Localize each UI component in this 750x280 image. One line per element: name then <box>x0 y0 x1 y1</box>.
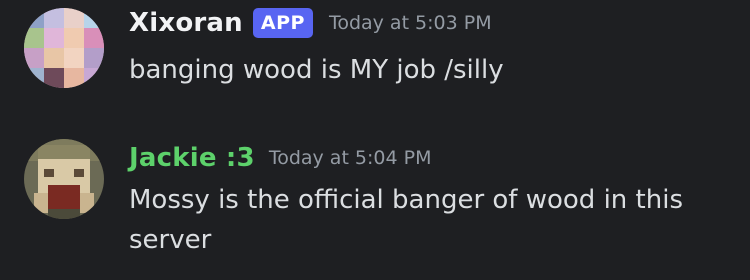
message-header: Xixoran APP Today at 5:03 PM <box>129 4 492 42</box>
timestamp[interactable]: Today at 5:03 PM <box>329 12 492 34</box>
message-content: Mossy is the official banger of wood in … <box>129 185 683 255</box>
message-item: Jackie :3 Today at 5:04 PM Mossy is the … <box>0 125 750 280</box>
avatar-image <box>24 139 104 219</box>
timestamp[interactable]: Today at 5:04 PM <box>269 147 432 169</box>
username[interactable]: Xixoran <box>129 8 243 38</box>
message-header: Jackie :3 Today at 5:04 PM <box>129 139 432 177</box>
app-badge: APP <box>252 8 313 38</box>
message-content: banging wood is MY job /silly <box>129 55 504 85</box>
avatar-image <box>24 8 104 88</box>
avatar[interactable] <box>24 8 104 88</box>
message-item: Xixoran APP Today at 5:03 PM banging woo… <box>0 0 750 125</box>
avatar[interactable] <box>24 139 104 219</box>
username[interactable]: Jackie :3 <box>129 143 255 173</box>
